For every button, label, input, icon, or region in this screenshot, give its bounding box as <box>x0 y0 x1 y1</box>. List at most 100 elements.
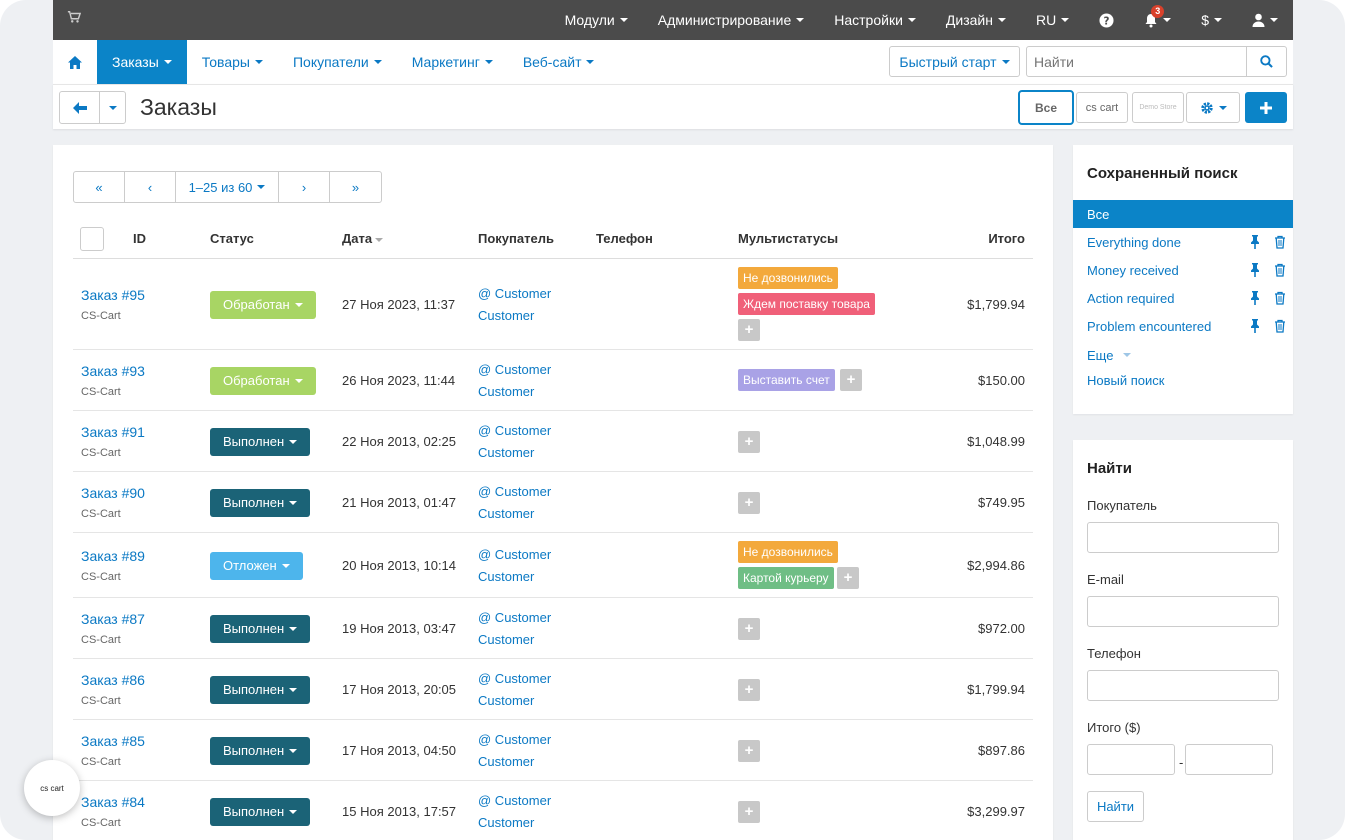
back-history-dropdown[interactable] <box>100 92 125 123</box>
cart-icon[interactable] <box>67 10 81 24</box>
status-dropdown[interactable]: Выполнен <box>210 736 311 765</box>
customer-email-link[interactable]: @ Customer <box>478 793 551 808</box>
pin-icon[interactable] <box>1249 319 1261 333</box>
multistatus-tag[interactable]: Картой курьеру <box>738 567 834 589</box>
pagination-first[interactable]: « <box>74 172 125 202</box>
saved-search-item[interactable]: Money received <box>1073 256 1293 284</box>
trash-icon[interactable] <box>1274 235 1286 249</box>
multistatus-tag[interactable]: Не дозвонились <box>738 267 838 289</box>
trash-icon[interactable] <box>1274 319 1286 333</box>
user-menu[interactable] <box>1237 0 1293 40</box>
notifications-button[interactable]: 3 <box>1129 0 1186 40</box>
customer-name-link[interactable]: Customer <box>478 754 534 769</box>
store-selector-cscart[interactable]: cs cart <box>1076 92 1128 123</box>
nav-orders[interactable]: Заказы <box>97 40 187 84</box>
order-link[interactable]: Заказ #95 <box>81 287 145 303</box>
customer-email-link[interactable]: @ Customer <box>478 671 551 686</box>
customer-name-link[interactable]: Customer <box>478 815 534 830</box>
status-dropdown[interactable]: Выполнен <box>210 797 311 826</box>
top-menu-administration[interactable]: Администрирование <box>643 0 820 40</box>
add-multistatus-button[interactable]: + <box>738 617 760 640</box>
order-link[interactable]: Заказ #85 <box>81 733 145 749</box>
add-multistatus-button[interactable]: + <box>738 430 760 453</box>
customer-email-link[interactable]: @ Customer <box>478 362 551 377</box>
saved-search-all[interactable]: Все <box>1073 200 1293 228</box>
customer-name-link[interactable]: Customer <box>478 632 534 647</box>
customer-name-link[interactable]: Customer <box>478 569 534 584</box>
customer-field[interactable] <box>1087 522 1279 553</box>
column-customer[interactable]: Покупатель <box>478 231 554 246</box>
multistatus-tag[interactable]: Выставить счет <box>738 369 835 391</box>
home-button[interactable] <box>53 40 97 84</box>
nav-customers[interactable]: Покупатели <box>278 40 397 84</box>
add-multistatus-button[interactable]: + <box>840 369 862 391</box>
top-menu-design[interactable]: Дизайн <box>931 0 1021 40</box>
customer-name-link[interactable]: Customer <box>478 384 534 399</box>
order-link[interactable]: Заказ #87 <box>81 611 145 627</box>
status-dropdown[interactable]: Обработан <box>210 290 316 319</box>
add-multistatus-button[interactable]: + <box>738 319 760 341</box>
order-link[interactable]: Заказ #91 <box>81 424 145 440</box>
order-link[interactable]: Заказ #93 <box>81 363 145 379</box>
multistatus-tag[interactable]: Ждем поставку товара <box>738 293 875 315</box>
quick-start-button[interactable]: Быстрый старт <box>889 46 1020 77</box>
customer-name-link[interactable]: Customer <box>478 693 534 708</box>
customer-email-link[interactable]: @ Customer <box>478 547 551 562</box>
pagination-last[interactable]: » <box>330 172 381 202</box>
order-link[interactable]: Заказ #89 <box>81 548 145 564</box>
store-selector-demo[interactable]: Demo Store <box>1132 92 1184 123</box>
saved-search-more[interactable]: Еще <box>1073 341 1293 369</box>
pin-icon[interactable] <box>1249 235 1261 249</box>
customer-email-link[interactable]: @ Customer <box>478 484 551 499</box>
column-date[interactable]: Дата <box>342 231 384 246</box>
email-field[interactable] <box>1087 596 1279 627</box>
trash-icon[interactable] <box>1274 263 1286 277</box>
cscart-badge[interactable]: cs cart <box>24 760 80 816</box>
pagination-next[interactable]: › <box>279 172 330 202</box>
pin-icon[interactable] <box>1249 291 1261 305</box>
add-multistatus-button[interactable]: + <box>738 678 760 701</box>
back-button[interactable] <box>60 92 100 123</box>
status-dropdown[interactable]: Отложен <box>210 551 303 580</box>
status-dropdown[interactable]: Выполнен <box>210 614 311 643</box>
search-button[interactable] <box>1246 47 1286 76</box>
pagination-range[interactable]: 1–25 из 60 <box>176 172 279 202</box>
status-dropdown[interactable]: Обработан <box>210 366 316 395</box>
column-total[interactable]: Итого <box>988 231 1025 246</box>
column-status[interactable]: Статус <box>210 231 254 246</box>
add-multistatus-button[interactable]: + <box>738 739 760 762</box>
help-button[interactable]: ? <box>1084 0 1129 40</box>
customer-email-link[interactable]: @ Customer <box>478 286 551 301</box>
total-from-field[interactable] <box>1087 744 1175 775</box>
customer-email-link[interactable]: @ Customer <box>478 732 551 747</box>
saved-search-item[interactable]: Everything done <box>1073 228 1293 256</box>
status-dropdown[interactable]: Выполнен <box>210 675 311 704</box>
total-to-field[interactable] <box>1185 744 1273 775</box>
column-phone[interactable]: Телефон <box>596 231 653 246</box>
customer-email-link[interactable]: @ Customer <box>478 610 551 625</box>
saved-search-item[interactable]: Action required <box>1073 284 1293 312</box>
saved-search-item[interactable]: Problem encountered <box>1073 312 1293 340</box>
status-dropdown[interactable]: Выполнен <box>210 427 311 456</box>
currency-selector[interactable]: $ <box>1186 0 1237 40</box>
pin-icon[interactable] <box>1249 263 1261 277</box>
column-id[interactable]: ID <box>133 231 146 246</box>
select-all-checkbox[interactable] <box>80 227 104 251</box>
multistatus-tag[interactable]: Не дозвонились <box>738 541 838 563</box>
status-dropdown[interactable]: Выполнен <box>210 488 311 517</box>
nav-marketing[interactable]: Маркетинг <box>397 40 508 84</box>
customer-name-link[interactable]: Customer <box>478 506 534 521</box>
store-selector-all[interactable]: Все <box>1018 90 1074 125</box>
trash-icon[interactable] <box>1274 291 1286 305</box>
language-selector[interactable]: RU <box>1021 0 1084 40</box>
order-link[interactable]: Заказ #86 <box>81 672 145 688</box>
top-menu-modules[interactable]: Модули <box>550 0 643 40</box>
customer-name-link[interactable]: Customer <box>478 445 534 460</box>
new-search-link[interactable]: Новый поиск <box>1073 366 1293 394</box>
search-input[interactable] <box>1027 47 1242 76</box>
find-button[interactable]: Найти <box>1087 791 1144 822</box>
customer-name-link[interactable]: Customer <box>478 308 534 323</box>
pagination-prev[interactable]: ‹ <box>125 172 176 202</box>
settings-dropdown-button[interactable] <box>1186 92 1240 123</box>
add-multistatus-button[interactable]: + <box>738 491 760 514</box>
